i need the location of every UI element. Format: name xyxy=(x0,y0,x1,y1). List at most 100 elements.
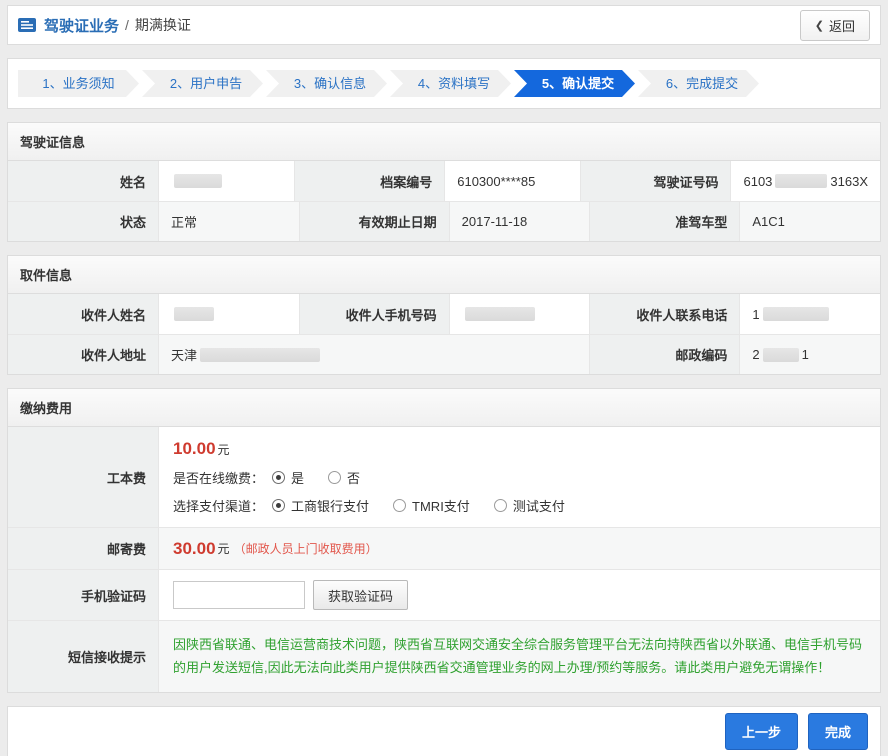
fees-section: 缴纳费用 工本费 10.00元 是否在线缴费： 是 否 xyxy=(7,388,881,693)
page: 驾驶证业务 / 期满换证 ❮ 返回 1、业务须知 2、用户申告 3、确认信息 4… xyxy=(0,0,888,756)
footer-actions: 上一步 完成 xyxy=(7,706,881,756)
breadcrumb-separator: / xyxy=(125,17,129,33)
back-chevron-icon: ❮ xyxy=(815,19,824,32)
get-code-button[interactable]: 获取验证码 xyxy=(313,580,408,610)
channel-option-test-label: 测试支付 xyxy=(513,496,565,515)
recipient-tel-label: 收件人联系电话 xyxy=(589,294,739,334)
sms-notice-label: 短信接收提示 xyxy=(8,621,158,692)
redacted-name xyxy=(174,174,222,188)
postage-fee-value: 30.00元 （邮政人员上门收取费用） xyxy=(158,528,880,569)
online-pay-option-yes-label: 是 xyxy=(291,468,304,487)
page-title: 驾驶证业务 xyxy=(44,15,119,36)
sms-code-input[interactable] xyxy=(173,581,305,609)
license-row-2: 状态 正常 有效期止日期 2017-11-18 准驾车型 A1C1 xyxy=(8,201,880,241)
recipient-tel-prefix: 1 xyxy=(752,307,759,322)
cost-amount: 10.00 xyxy=(173,439,216,458)
name-value xyxy=(158,161,294,201)
radio-checked-icon xyxy=(272,499,285,512)
online-pay-option-no-label: 否 xyxy=(347,468,360,487)
license-no-value: 6103 3163X xyxy=(730,161,880,201)
redacted-license-no xyxy=(775,174,827,188)
expiry-label: 有效期止日期 xyxy=(299,202,449,241)
postage-unit: 元 xyxy=(218,540,230,557)
file-no-value: 610300****85 xyxy=(444,161,580,201)
sms-notice-row: 短信接收提示 因陕西省联通、电信运营商技术问题，陕西省互联网交通安全综合服务管理… xyxy=(8,620,880,692)
status-label: 状态 xyxy=(8,202,158,241)
redacted-postcode xyxy=(763,348,799,362)
redacted-address xyxy=(200,348,320,362)
name-label: 姓名 xyxy=(8,161,158,201)
postage-note: （邮政人员上门收取费用） xyxy=(234,540,378,557)
online-pay-option-yes[interactable]: 是 xyxy=(272,468,304,487)
address-label: 收件人地址 xyxy=(8,335,158,374)
finish-button[interactable]: 完成 xyxy=(808,713,868,750)
postcode-prefix: 2 xyxy=(752,347,759,362)
cost-fee-value: 10.00元 是否在线缴费： 是 否 选择支付渠道： xyxy=(158,427,880,527)
redacted-recipient-name xyxy=(174,307,214,321)
step-3-confirm-info[interactable]: 3、确认信息 xyxy=(266,70,387,97)
postcode-label: 邮政编码 xyxy=(589,335,739,374)
recipient-mobile-label: 收件人手机号码 xyxy=(299,294,449,334)
cost-fee-row: 工本费 10.00元 是否在线缴费： 是 否 选 xyxy=(8,427,880,527)
step-5-confirm-submit[interactable]: 5、确认提交 xyxy=(514,70,635,97)
license-section-title: 驾驶证信息 xyxy=(8,123,880,161)
postage-amount: 30.00 xyxy=(173,539,216,559)
address-prefix: 天津 xyxy=(171,345,197,364)
license-business-icon xyxy=(18,18,36,32)
channel-option-icbc-label: 工商银行支付 xyxy=(291,496,369,515)
expiry-value: 2017-11-18 xyxy=(449,202,590,241)
sms-code-row: 手机验证码 获取验证码 xyxy=(8,569,880,620)
step-4-fill-data[interactable]: 4、资料填写 xyxy=(390,70,511,97)
status-value: 正常 xyxy=(158,202,299,241)
sms-code-value-cell: 获取验证码 xyxy=(158,570,880,620)
postage-fee-label: 邮寄费 xyxy=(8,528,158,569)
address-value: 天津 xyxy=(158,335,589,374)
pickup-row-1: 收件人姓名 收件人手机号码 收件人联系电话 1 xyxy=(8,294,880,334)
radio-unchecked-icon xyxy=(494,499,507,512)
cost-unit: 元 xyxy=(218,443,230,457)
recipient-name-label: 收件人姓名 xyxy=(8,294,158,334)
step-2-user-declaration[interactable]: 2、用户申告 xyxy=(142,70,263,97)
step-6-complete-submit[interactable]: 6、完成提交 xyxy=(638,70,759,97)
cost-amount-line: 10.00元 xyxy=(173,439,230,459)
pay-channel-line: 选择支付渠道： 工商银行支付 TMRI支付 测试支付 xyxy=(173,496,589,515)
previous-step-button[interactable]: 上一步 xyxy=(725,713,798,750)
pickup-info-section: 取件信息 收件人姓名 收件人手机号码 收件人联系电话 1 收件人地址 天津 邮政… xyxy=(7,255,881,375)
cost-fee-label: 工本费 xyxy=(8,427,158,527)
radio-unchecked-icon xyxy=(393,499,406,512)
redacted-recipient-mobile xyxy=(465,307,535,321)
postcode-suffix: 1 xyxy=(802,347,809,362)
recipient-tel-value: 1 xyxy=(739,294,880,334)
redacted-recipient-tel xyxy=(763,307,829,321)
channel-option-icbc[interactable]: 工商银行支付 xyxy=(272,496,369,515)
channel-option-tmri-label: TMRI支付 xyxy=(412,496,470,515)
back-button[interactable]: ❮ 返回 xyxy=(800,10,870,41)
postcode-value: 2 1 xyxy=(739,335,880,374)
license-info-section: 驾驶证信息 姓名 档案编号 610300****85 驾驶证号码 6103 31… xyxy=(7,122,881,242)
step-wizard: 1、业务须知 2、用户申告 3、确认信息 4、资料填写 5、确认提交 6、完成提… xyxy=(7,58,881,109)
pay-channel-label: 选择支付渠道： xyxy=(173,496,264,515)
online-pay-option-no[interactable]: 否 xyxy=(328,468,360,487)
channel-option-tmri[interactable]: TMRI支付 xyxy=(393,496,470,515)
back-button-label: 返回 xyxy=(829,16,855,35)
sms-code-label: 手机验证码 xyxy=(8,570,158,620)
channel-option-test[interactable]: 测试支付 xyxy=(494,496,565,515)
online-pay-label: 是否在线缴费： xyxy=(173,468,264,487)
online-pay-line: 是否在线缴费： 是 否 xyxy=(173,468,384,487)
radio-checked-icon xyxy=(272,471,285,484)
vehicle-class-value: A1C1 xyxy=(739,202,880,241)
postage-fee-row: 邮寄费 30.00元 （邮政人员上门收取费用） xyxy=(8,527,880,569)
sms-notice-text: 因陕西省联通、电信运营商技术问题，陕西省互联网交通安全综合服务管理平台无法向持陕… xyxy=(158,621,880,692)
recipient-name-value xyxy=(158,294,299,334)
pickup-row-2: 收件人地址 天津 邮政编码 2 1 xyxy=(8,334,880,374)
vehicle-class-label: 准驾车型 xyxy=(589,202,739,241)
page-header: 驾驶证业务 / 期满换证 ❮ 返回 xyxy=(7,5,881,45)
license-row-1: 姓名 档案编号 610300****85 驾驶证号码 6103 3163X xyxy=(8,161,880,201)
license-no-prefix: 6103 xyxy=(743,174,772,189)
file-no-label: 档案编号 xyxy=(294,161,444,201)
license-no-label: 驾驶证号码 xyxy=(580,161,730,201)
breadcrumb-current: 期满换证 xyxy=(135,15,191,35)
pickup-section-title: 取件信息 xyxy=(8,256,880,294)
step-1-business-notice[interactable]: 1、业务须知 xyxy=(18,70,139,97)
fees-section-title: 缴纳费用 xyxy=(8,389,880,427)
